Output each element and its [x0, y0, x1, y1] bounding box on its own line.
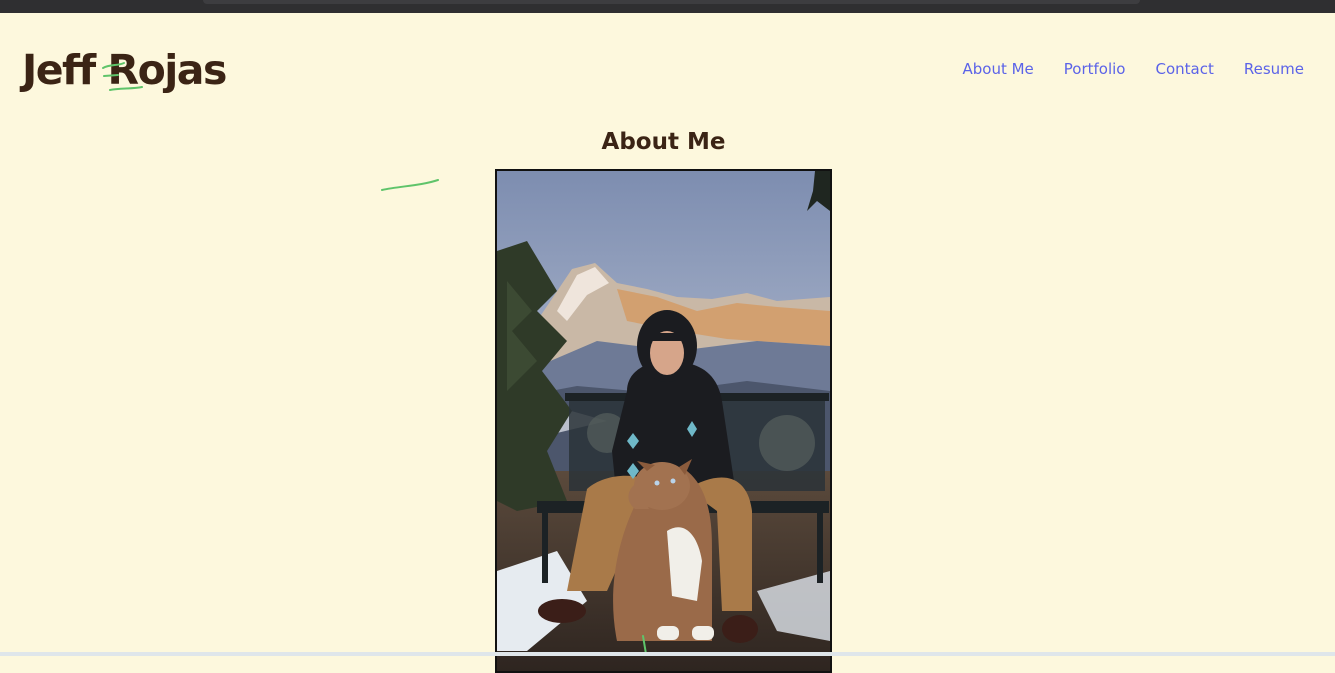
- nav-link-contact[interactable]: Contact: [1156, 59, 1214, 79]
- nav-link-about-me[interactable]: About Me: [962, 59, 1033, 79]
- nav-link-portfolio[interactable]: Portfolio: [1064, 59, 1126, 79]
- profile-photo: [495, 169, 832, 673]
- address-bar[interactable]: [203, 0, 1140, 4]
- main-nav: About Me Portfolio Contact Resume: [962, 59, 1304, 79]
- section-heading: About Me: [601, 129, 726, 155]
- bottom-edge: [0, 652, 1335, 656]
- nav-link-resume[interactable]: Resume: [1244, 59, 1304, 79]
- site-title[interactable]: Jeff Rojas: [22, 44, 227, 96]
- browser-chrome: [0, 0, 1335, 13]
- profile-photo-illustration: [497, 171, 830, 671]
